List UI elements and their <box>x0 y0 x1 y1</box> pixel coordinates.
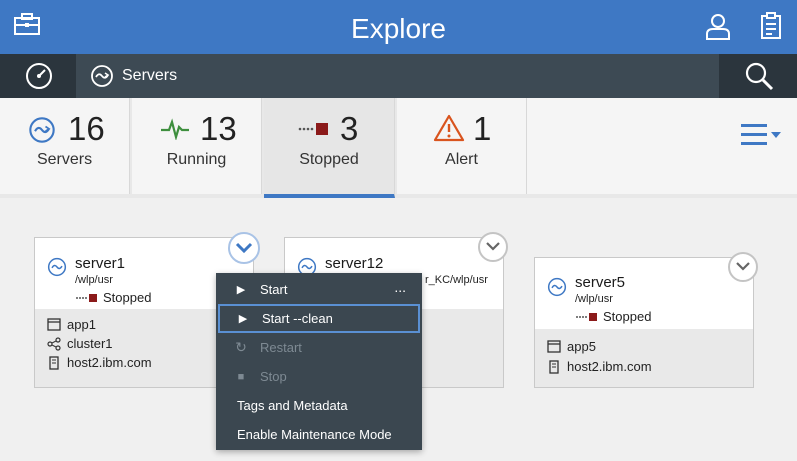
menu-item-label: Start --clean <box>262 311 333 326</box>
server12-actions-button[interactable] <box>478 232 508 262</box>
menu-item-maintenance-mode[interactable]: Enable Maintenance Mode <box>216 420 422 449</box>
stopped-icon <box>298 123 328 135</box>
menu-item-label: Restart <box>260 340 302 355</box>
running-label: Running <box>166 151 227 168</box>
search-button[interactable] <box>719 54 797 98</box>
tiles-filler <box>527 98 797 194</box>
server-name[interactable]: server5 <box>575 274 625 291</box>
alert-icon <box>433 114 465 142</box>
server-icon <box>29 117 55 143</box>
tile-running[interactable]: 13 Running <box>132 98 262 194</box>
pulse-icon <box>161 118 189 140</box>
host-icon <box>49 355 59 370</box>
server-icon <box>547 277 567 297</box>
stopped-count: 3 <box>340 110 359 147</box>
menu-item-label: Start <box>260 282 288 297</box>
running-count: 13 <box>200 110 237 147</box>
chevron-down-icon <box>736 262 750 271</box>
app-label: app5 <box>567 339 596 354</box>
search-icon <box>745 62 774 91</box>
menu-item-tags-metadata[interactable]: Tags and Metadata <box>216 391 422 420</box>
tile-stopped[interactable]: 3 Stopped <box>264 98 395 198</box>
servers-count: 16 <box>68 110 105 147</box>
menu-item-start-clean[interactable]: ▶ Start --clean <box>218 304 420 333</box>
server-status-label: Stopped <box>603 309 652 324</box>
tile-alert[interactable]: 1 Alert <box>397 98 527 194</box>
breadcrumb[interactable]: Servers <box>90 64 177 88</box>
breadcrumb-label: Servers <box>122 67 178 84</box>
host-icon <box>549 359 559 374</box>
stop-icon: ■ <box>237 370 245 383</box>
app-row[interactable]: app1 <box>47 317 96 332</box>
cluster-row[interactable]: cluster1 <box>47 336 113 351</box>
server-name[interactable]: server12 <box>325 255 383 272</box>
host-row[interactable]: host2.ibm.com <box>547 359 652 374</box>
app-row[interactable]: app5 <box>547 339 596 354</box>
servers-label: Servers <box>36 151 93 168</box>
chevron-down-icon <box>235 242 253 254</box>
play-icon: ▶ <box>238 313 248 325</box>
host-label: host2.ibm.com <box>67 355 152 370</box>
tile-servers[interactable]: 16 Servers <box>0 98 130 194</box>
server-name[interactable]: server1 <box>75 255 125 272</box>
stopped-icon <box>76 293 97 302</box>
menu-item-restart[interactable]: ↻ Restart <box>216 333 422 362</box>
restart-icon: ↻ <box>235 339 247 355</box>
summary-tiles: 16 Servers 13 Running 3 Stopped 1 Alert <box>0 98 797 198</box>
server-actions-menu: ▶ Start ... ▶ Start --clean ↻ Restart ■ … <box>216 273 422 450</box>
more-icon[interactable]: ... <box>394 279 406 295</box>
server-path: r_KC/wlp/usr <box>425 274 488 286</box>
chevron-down-icon <box>486 242 500 251</box>
cluster-label: cluster1 <box>67 336 113 351</box>
cluster-icon <box>47 336 61 351</box>
app-header: Explore <box>0 0 797 54</box>
app-label: app1 <box>67 317 96 332</box>
dashboard-button[interactable] <box>0 54 76 98</box>
gauge-icon <box>26 63 52 89</box>
stopped-icon <box>576 312 597 321</box>
menu-item-stop[interactable]: ■ Stop <box>216 362 422 391</box>
page-title: Explore <box>351 13 446 44</box>
host-row[interactable]: host2.ibm.com <box>47 355 152 370</box>
server-icon <box>47 257 67 277</box>
play-icon: ▶ <box>236 284 246 296</box>
server-icon <box>91 65 113 87</box>
server5-actions-button[interactable] <box>728 252 758 282</box>
alert-label: Alert <box>445 151 478 168</box>
server-status-label: Stopped <box>103 290 152 305</box>
nav-bar: Servers <box>0 54 797 98</box>
alert-count: 1 <box>473 110 492 147</box>
menu-item-label: Stop <box>260 369 287 384</box>
host-label: host2.ibm.com <box>567 359 652 374</box>
menu-item-start[interactable]: ▶ Start ... <box>216 275 422 304</box>
menu-item-label: Enable Maintenance Mode <box>237 427 392 442</box>
server1-actions-button[interactable] <box>228 232 260 264</box>
server-status: Stopped <box>575 309 651 324</box>
server-status: Stopped <box>75 290 151 305</box>
user-icon[interactable] <box>704 12 732 45</box>
stopped-label: Stopped <box>299 151 359 168</box>
menu-item-label: Tags and Metadata <box>237 398 348 413</box>
list-menu-icon[interactable] <box>741 122 783 148</box>
server-path: /wlp/usr <box>75 274 113 286</box>
server-card-server5[interactable]: server5 /wlp/usr Stopped app5 host2.ibm.… <box>534 257 754 388</box>
app-icon <box>547 340 561 353</box>
app-icon <box>47 318 61 331</box>
server-path: /wlp/usr <box>575 293 613 305</box>
clipboard-icon[interactable] <box>760 12 782 45</box>
